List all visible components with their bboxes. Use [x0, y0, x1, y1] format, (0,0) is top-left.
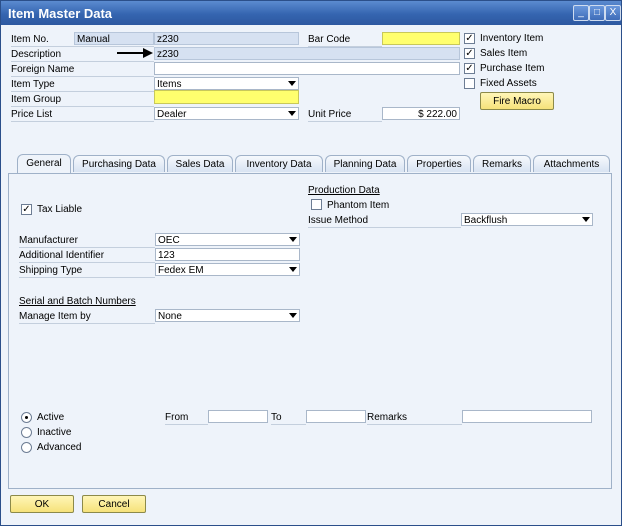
- fire-macro-button[interactable]: Fire Macro: [480, 92, 554, 110]
- general-tab-panel: Production Data Phantom Item Issue Metho…: [8, 173, 612, 489]
- bar-code-label: Bar Code: [308, 34, 351, 45]
- chevron-down-icon: [289, 313, 297, 318]
- sales-item-checkbox[interactable]: ✓: [464, 48, 475, 59]
- foreign-name-label: Foreign Name: [11, 64, 75, 75]
- arrow-pointer-icon: [117, 48, 153, 58]
- window-title: Item Master Data: [8, 6, 113, 21]
- price-list-select[interactable]: Dealer: [154, 107, 299, 120]
- remarks-label: Remarks: [367, 412, 408, 423]
- issue-method-label: Issue Method: [308, 215, 369, 226]
- title-bar[interactable]: Item Master Data _ □ X: [1, 1, 621, 25]
- to-date-field[interactable]: [306, 410, 366, 423]
- item-no-label: Item No.: [11, 34, 49, 45]
- serial-batch-heading: Serial and Batch Numbers: [19, 296, 136, 307]
- description-field[interactable]: z230: [154, 47, 460, 60]
- chevron-down-icon: [582, 217, 590, 222]
- chevron-down-icon: [288, 81, 296, 86]
- manufacturer-label: Manufacturer: [19, 235, 78, 246]
- tax-liable-label: Tax Liable: [37, 204, 83, 215]
- unit-price-field[interactable]: $ 222.00: [382, 107, 460, 120]
- close-icon[interactable]: X: [605, 5, 621, 21]
- additional-identifier-label: Additional Identifier: [19, 250, 105, 261]
- description-label: Description: [11, 49, 62, 60]
- inactive-label: Inactive: [37, 427, 72, 438]
- active-radio[interactable]: [21, 412, 32, 423]
- advanced-radio[interactable]: [21, 442, 32, 453]
- tab-planning-data[interactable]: Planning Data: [325, 155, 405, 172]
- tab-attachments[interactable]: Attachments: [533, 155, 610, 172]
- item-group-label: Item Group: [11, 94, 62, 105]
- item-no-field[interactable]: z230: [154, 32, 299, 45]
- fixed-assets-checkbox[interactable]: [464, 78, 475, 89]
- unit-price-label: Unit Price: [308, 109, 352, 120]
- phantom-item-label: Phantom Item: [327, 200, 390, 211]
- ok-button[interactable]: OK: [10, 495, 74, 513]
- phantom-item-checkbox[interactable]: [311, 199, 322, 210]
- bar-code-field[interactable]: [382, 32, 460, 45]
- cancel-button[interactable]: Cancel: [82, 495, 146, 513]
- maximize-icon[interactable]: □: [589, 5, 605, 21]
- inventory-item-label: Inventory Item: [480, 33, 544, 44]
- item-master-data-window: Item Master Data _ □ X Item No. Manual z…: [0, 0, 622, 526]
- price-list-label: Price List: [11, 109, 53, 120]
- tab-purchasing-data[interactable]: Purchasing Data: [73, 155, 165, 172]
- foreign-name-field[interactable]: [154, 62, 460, 75]
- tab-inventory-data[interactable]: Inventory Data: [235, 155, 323, 172]
- chevron-down-icon: [289, 267, 297, 272]
- tab-remarks[interactable]: Remarks: [473, 155, 531, 172]
- sales-item-label: Sales Item: [480, 48, 528, 59]
- minimize-icon[interactable]: _: [573, 5, 589, 21]
- fixed-assets-label: Fixed Assets: [480, 78, 537, 89]
- item-no-series-select[interactable]: Manual: [74, 32, 154, 45]
- active-label: Active: [37, 412, 65, 423]
- issue-method-select[interactable]: Backflush: [461, 213, 593, 226]
- production-data-heading: Production Data: [308, 185, 380, 196]
- tab-properties[interactable]: Properties: [407, 155, 471, 172]
- inactive-radio[interactable]: [21, 427, 32, 438]
- from-date-field[interactable]: [208, 410, 268, 423]
- manage-item-by-label: Manage Item by: [19, 311, 91, 322]
- inventory-item-checkbox[interactable]: ✓: [464, 33, 475, 44]
- manage-item-by-select[interactable]: None: [155, 309, 300, 322]
- tax-liable-checkbox[interactable]: ✓: [21, 204, 32, 215]
- advanced-label: Advanced: [37, 442, 82, 453]
- item-type-select[interactable]: Items: [154, 77, 299, 90]
- chevron-down-icon: [289, 237, 297, 242]
- chevron-down-icon: [288, 111, 296, 116]
- item-group-select[interactable]: [154, 90, 299, 104]
- shipping-type-label: Shipping Type: [19, 265, 83, 276]
- tab-sales-data[interactable]: Sales Data: [167, 155, 233, 172]
- purchase-item-label: Purchase Item: [480, 63, 545, 74]
- manufacturer-select[interactable]: OEC: [155, 233, 300, 246]
- from-label: From: [165, 412, 189, 423]
- additional-identifier-field[interactable]: 123: [155, 248, 300, 261]
- purchase-item-checkbox[interactable]: ✓: [464, 63, 475, 74]
- remarks-field[interactable]: [462, 410, 592, 423]
- tab-general[interactable]: General: [17, 154, 71, 174]
- item-type-label: Item Type: [11, 79, 55, 90]
- to-label: To: [271, 412, 282, 423]
- shipping-type-select[interactable]: Fedex EM: [155, 263, 300, 276]
